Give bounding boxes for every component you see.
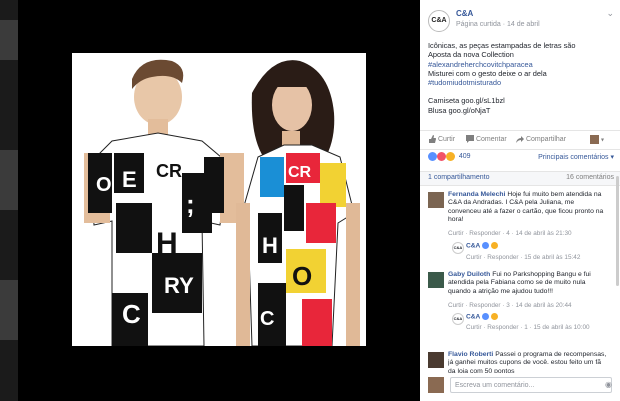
- avatar: [590, 135, 599, 144]
- comment-icon: [466, 135, 474, 143]
- comment: Flavio Roberti Passei o programa de reco…: [448, 351, 607, 373]
- post-photo: E CR ; H RY C O CR H O C: [72, 53, 366, 346]
- post-actions: Curtir Comentar Compartilhar ▾: [420, 130, 620, 150]
- comment: Fernanda Melechi Hoje fui muito bem aten…: [448, 191, 604, 224]
- chevron-down-icon[interactable]: ⌄: [606, 8, 614, 19]
- reactions-bar: 409 Principais comentários ▾: [428, 152, 614, 166]
- avatar[interactable]: [428, 352, 444, 368]
- photo-stage: E CR ; H RY C O CR H O C: [18, 0, 420, 401]
- share-icon: [516, 136, 524, 143]
- page-name[interactable]: C&A: [456, 9, 473, 18]
- thumb[interactable]: [0, 20, 18, 60]
- page-avatar[interactable]: C&A: [452, 242, 464, 254]
- post-line: Misturei com o gesto deixe o ar dela: [428, 68, 547, 78]
- scrollbar[interactable]: [616, 176, 619, 286]
- camera-icon[interactable]: ◉: [605, 380, 612, 389]
- post-header: C&A C&A Página curtida · 14 de abril ⌄: [428, 6, 614, 32]
- emoji-icon: [490, 313, 498, 320]
- chevron-down-icon: ▾: [600, 137, 604, 144]
- post-line: Camiseta goo.gl/sL1bzl: [428, 96, 505, 106]
- reaction-count[interactable]: 409: [459, 153, 471, 160]
- page-avatar[interactable]: C&A: [452, 313, 464, 325]
- svg-text:CR: CR: [156, 161, 182, 181]
- post-meta: Página curtida · 14 de abril: [456, 21, 540, 28]
- comment-meta[interactable]: Curtir · Responder · 3 · 14 de abril às …: [448, 302, 610, 310]
- post-text: Icônicas, as peças estampadas de letras …: [428, 41, 614, 115]
- like-reaction-icon: [428, 152, 437, 161]
- svg-text:O: O: [292, 261, 312, 291]
- post-line: Blusa goo.gl/oNjaT: [428, 105, 491, 115]
- comment-meta[interactable]: Curtir · Responder · 1 · 15 de abril às …: [466, 324, 616, 332]
- page-avatar[interactable]: C&A: [428, 10, 450, 32]
- post-as-selector[interactable]: ▾: [590, 135, 604, 144]
- svg-text:E: E: [122, 167, 137, 192]
- haha-reaction-icon: [445, 152, 455, 161]
- comment-meta[interactable]: Curtir · Responder · 15 de abril às 15:4…: [466, 254, 616, 262]
- love-reaction-icon: [436, 152, 446, 161]
- svg-text:O: O: [96, 174, 112, 196]
- filmstrip: [0, 0, 18, 401]
- post-line: Aposta da nova Collection: [428, 50, 514, 60]
- svg-text:C: C: [260, 308, 274, 330]
- reply: C&A: [466, 242, 498, 250]
- share-count[interactable]: 1 compartilhamento: [428, 174, 489, 181]
- svg-text:H: H: [262, 233, 278, 258]
- avatar: [428, 377, 444, 393]
- share-button[interactable]: Compartilhar: [516, 135, 566, 143]
- like-button[interactable]: Curtir: [428, 135, 455, 143]
- post-line: Icônicas, as peças estampadas de letras …: [428, 41, 576, 50]
- svg-text:RY: RY: [164, 273, 194, 298]
- comment-composer: Escreva um comentário... ◉: [428, 376, 614, 396]
- svg-text:CR: CR: [288, 164, 312, 181]
- post-gap: [428, 87, 614, 96]
- share-count-bar: 1 compartilhamento 16 comentários: [420, 171, 620, 186]
- thumb[interactable]: [0, 280, 18, 340]
- comment: Gaby Duiloth Fui no Parkshopping Bangu e…: [448, 271, 591, 295]
- comment-input[interactable]: Escreva um comentário...: [450, 377, 612, 393]
- emoji-icon: [490, 242, 498, 249]
- svg-text:;: ;: [186, 189, 195, 219]
- avatar[interactable]: [428, 272, 444, 288]
- reply: C&A: [466, 313, 498, 321]
- hashtag-link[interactable]: #alexandreherchcovitchparacea: [428, 60, 614, 69]
- avatar[interactable]: [428, 192, 444, 208]
- verified-icon: [482, 242, 490, 249]
- verified-icon: [482, 313, 490, 320]
- svg-text:C: C: [122, 299, 141, 329]
- hashtag-link[interactable]: #tudomiudotmisturado: [428, 78, 614, 87]
- models-illustration: E CR ; H RY C O CR H O C: [84, 59, 360, 346]
- comment-meta[interactable]: Curtir · Responder · 4 · 14 de abril às …: [448, 230, 610, 238]
- thumb[interactable]: [0, 150, 18, 210]
- post-panel: C&A C&A Página curtida · 14 de abril ⌄ I…: [420, 0, 620, 401]
- comment-sort[interactable]: Principais comentários ▾: [538, 153, 614, 161]
- comment-button[interactable]: Comentar: [466, 135, 507, 143]
- svg-text:H: H: [156, 227, 178, 260]
- thumbs-up-icon: [429, 135, 436, 143]
- comment-count[interactable]: 16 comentários: [566, 174, 614, 181]
